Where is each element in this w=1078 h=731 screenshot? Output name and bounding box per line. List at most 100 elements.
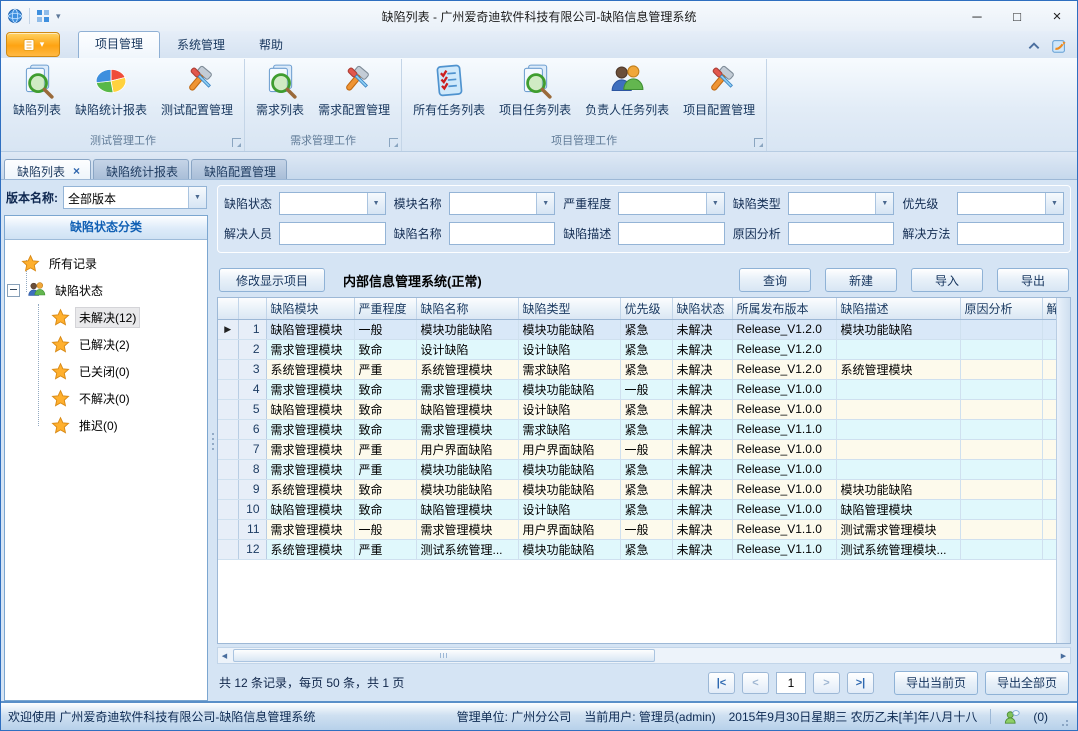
help-icon[interactable] [1051,38,1067,54]
export-all-pages-button[interactable]: 导出全部页 [985,671,1069,695]
table-row[interactable]: 5缺陷管理模块致命缺陷管理模块设计缺陷紧急未解决Release_V1.0.0 [218,399,1056,419]
messages-user-icon[interactable] [1004,709,1020,725]
dropdown-arrow-icon[interactable]: ▼ [706,193,724,214]
column-header-type[interactable]: 缺陷类型 [518,298,620,319]
resolver-input[interactable] [280,223,385,244]
splitter-handle[interactable] [208,182,217,701]
column-header-name[interactable]: 缺陷名称 [416,298,518,319]
column-header-severity[interactable]: 严重程度 [354,298,416,319]
column-header-desc[interactable]: 缺陷描述 [836,298,960,319]
dropdown-arrow-icon[interactable]: ▼ [188,187,206,208]
doc-tab-defect-stats-report[interactable]: 缺陷统计报表 [93,159,189,179]
requirement-config-mgmt-button[interactable]: 需求配置管理 [311,61,397,120]
app-menu-button[interactable]: ▾ [6,32,60,57]
dropdown-arrow-icon[interactable]: ▼ [367,193,385,214]
scroll-right-icon[interactable]: ▶ [1057,652,1070,660]
modify-display-button[interactable]: 修改显示项目 [219,268,325,292]
ribbon-tab-system-mgmt[interactable]: 系统管理 [160,32,242,58]
tree-item-closed[interactable]: 已关闭(0) [5,358,207,385]
table-row[interactable]: 2需求管理模块致命设计缺陷设计缺陷紧急未解决Release_V1.2.0 [218,339,1056,359]
dropdown-arrow-icon[interactable]: ▼ [875,193,893,214]
defect-grid-area: 缺陷模块严重程度缺陷名称缺陷类型优先级缺陷状态所属发布版本缺陷描述原因分析解决方… [217,297,1071,644]
dialog-launcher-icon[interactable] [754,138,763,147]
defect-name-input[interactable] [450,223,555,244]
collapse-ribbon-icon[interactable] [1027,39,1041,53]
project-tasks-list-button[interactable]: 项目任务列表 [492,61,578,120]
column-header-solution[interactable]: 解决方法 [1042,298,1056,319]
minimize-button[interactable]: ─ [957,2,997,30]
close-tab-icon[interactable]: × [73,166,80,176]
dropdown-arrow-icon[interactable]: ▼ [1045,193,1063,214]
defect-stats-report-button[interactable]: 缺陷统计报表 [68,61,154,120]
import-button[interactable]: 导入 [911,268,983,292]
maximize-button[interactable]: □ [997,2,1037,30]
scroll-left-icon[interactable]: ◀ [218,652,231,660]
priority-input[interactable] [958,193,1045,214]
defect-desc-input[interactable] [619,223,724,244]
table-row[interactable]: 10缺陷管理模块致命缺陷管理模块设计缺陷紧急未解决Release_V1.0.0缺… [218,499,1056,519]
customize-toolbar-icon[interactable] [36,9,50,23]
requirement-list-button[interactable]: 需求列表 [249,61,311,120]
ribbon-tab-project-mgmt[interactable]: 项目管理 [78,31,160,58]
project-config-mgmt-button[interactable]: 项目配置管理 [676,61,762,120]
tree-item-wont-fix[interactable]: 不解决(0) [5,385,207,412]
dialog-launcher-icon[interactable] [389,138,398,147]
doc-tab-defect-list[interactable]: 缺陷列表× [4,159,91,179]
module-name-input[interactable] [450,193,537,214]
column-header-analysis[interactable]: 原因分析 [960,298,1042,319]
dropdown-arrow-icon[interactable]: ▼ [536,193,554,214]
ribbon-tab-help[interactable]: 帮助 [242,32,300,58]
tree-item-defect-status[interactable]: 缺陷状态 [5,277,207,304]
scrollbar-thumb[interactable] [233,649,655,662]
tree-item-postponed[interactable]: 推迟(0) [5,412,207,439]
version-select[interactable]: 全部版本 ▼ [63,186,207,209]
cell-solution [1042,419,1056,439]
table-row[interactable]: 3系统管理模块严重系统管理模块需求缺陷紧急未解决Release_V1.2.0系统… [218,359,1056,379]
last-page-button[interactable]: >| [847,672,874,694]
defect-status-input[interactable] [280,193,367,214]
table-row[interactable]: 9系统管理模块致命模块功能缺陷模块功能缺陷紧急未解决Release_V1.0.0… [218,479,1056,499]
first-page-button[interactable]: |< [708,672,735,694]
column-header-version[interactable]: 所属发布版本 [732,298,836,319]
table-row[interactable]: 8需求管理模块严重模块功能缺陷模块功能缺陷紧急未解决Release_V1.0.0 [218,459,1056,479]
vertical-scrollbar[interactable] [1056,298,1070,643]
table-row[interactable]: ▶1缺陷管理模块一般模块功能缺陷模块功能缺陷紧急未解决Release_V1.2.… [218,319,1056,339]
table-row[interactable]: 12系统管理模块严重测试系统管理...模块功能缺陷紧急未解决Release_V1… [218,539,1056,559]
cell-desc [836,379,960,399]
toolbar-caret-icon[interactable]: ▾ [56,11,61,22]
dialog-launcher-icon[interactable] [232,138,241,147]
table-row[interactable]: 6需求管理模块致命需求管理模块需求缺陷紧急未解决Release_V1.1.0 [218,419,1056,439]
owner-tasks-list-button[interactable]: 负责人任务列表 [578,61,676,120]
severity-input[interactable] [619,193,706,214]
export-button[interactable]: 导出 [997,268,1069,292]
export-current-page-button[interactable]: 导出当前页 [894,671,978,695]
defect-type-input[interactable] [789,193,876,214]
table-row[interactable]: 11需求管理模块一般需求管理模块用户界面缺陷一般未解决Release_V1.1.… [218,519,1056,539]
column-header-sel[interactable] [218,298,238,319]
tree-item-all-records[interactable]: 所有记录 [5,250,207,277]
tree-item-unresolved[interactable]: 未解决(12) [5,304,207,331]
prev-page-button[interactable]: < [742,672,769,694]
solution-input[interactable] [958,223,1063,244]
test-config-mgmt-button[interactable]: 测试配置管理 [154,61,240,120]
close-button[interactable]: × [1037,2,1077,30]
page-number-input[interactable] [776,672,806,694]
horizontal-scrollbar[interactable]: ◀ ▶ [217,647,1071,664]
query-button[interactable]: 查询 [739,268,811,292]
tree-item-resolved[interactable]: 已解决(2) [5,331,207,358]
column-header-priority[interactable]: 优先级 [620,298,672,319]
defect-list-button[interactable]: 缺陷列表 [6,61,68,120]
collapse-icon[interactable] [7,284,20,297]
cause-analysis-input[interactable] [789,223,894,244]
new-button[interactable]: 新建 [825,268,897,292]
ribbon-button-label: 缺陷统计报表 [75,101,147,118]
doc-tab-defect-config-mgmt[interactable]: 缺陷配置管理 [191,159,287,179]
next-page-button[interactable]: > [813,672,840,694]
table-row[interactable]: 4需求管理模块致命需求管理模块模块功能缺陷一般未解决Release_V1.0.0 [218,379,1056,399]
column-header-num[interactable] [238,298,266,319]
table-row[interactable]: 7需求管理模块严重用户界面缺陷用户界面缺陷一般未解决Release_V1.0.0 [218,439,1056,459]
column-header-module[interactable]: 缺陷模块 [266,298,354,319]
all-tasks-list-button[interactable]: 所有任务列表 [406,61,492,120]
resize-grip[interactable] [1057,711,1069,723]
column-header-status[interactable]: 缺陷状态 [672,298,732,319]
